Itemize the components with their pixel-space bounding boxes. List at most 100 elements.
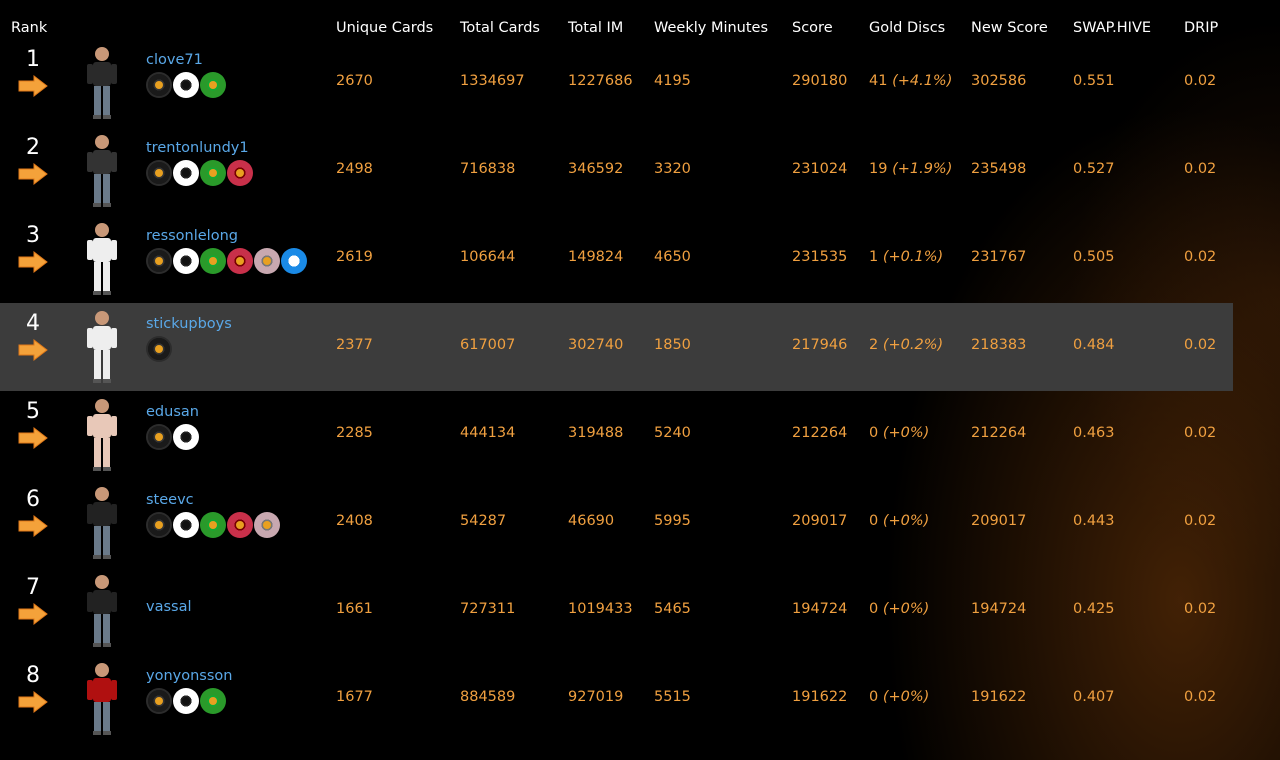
black-disc-icon bbox=[146, 336, 172, 362]
cell-gold-discs: 0 (+0%) bbox=[869, 513, 929, 529]
cell-gold-discs: 0 (+0%) bbox=[869, 601, 929, 617]
cell-total-im: 149824 bbox=[568, 249, 624, 265]
gold-discs-count: 1 bbox=[869, 249, 879, 265]
cell-weekly-minutes: 5515 bbox=[654, 689, 691, 705]
green-disc-icon bbox=[200, 72, 226, 98]
header-score[interactable]: Score bbox=[792, 20, 833, 38]
arrow-right-icon bbox=[18, 514, 48, 538]
header-new-score[interactable]: New Score bbox=[971, 20, 1048, 38]
gold-discs-percent: (+0%) bbox=[882, 689, 930, 705]
gold-discs-percent: (+0%) bbox=[882, 513, 930, 529]
header-rank[interactable]: Rank bbox=[11, 20, 47, 38]
cell-drip: 0.02 bbox=[1184, 689, 1217, 705]
white-disc-icon bbox=[173, 160, 199, 186]
cell-drip: 0.02 bbox=[1184, 249, 1217, 265]
black-disc-icon bbox=[146, 688, 172, 714]
rank-number: 6 bbox=[26, 487, 40, 512]
cell-weekly-minutes: 4195 bbox=[654, 73, 691, 89]
table-row[interactable]: 3 ressonlelong 2619 106644 149824 4650 231535 1… bbox=[0, 215, 1233, 303]
gold-discs-percent: (+0.1%) bbox=[882, 249, 944, 265]
header-drip[interactable]: DRIP bbox=[1184, 20, 1218, 38]
avatar[interactable] bbox=[76, 219, 128, 299]
username-link[interactable]: stickupboys bbox=[146, 316, 232, 332]
table-row[interactable]: 6 steevc 2408 54287 46690 5995 209017 0 (+0%) 20… bbox=[0, 479, 1233, 567]
username-link[interactable]: clove71 bbox=[146, 52, 203, 68]
cell-total-cards: 716838 bbox=[460, 161, 516, 177]
cell-gold-discs: 19 (+1.9%) bbox=[869, 161, 952, 177]
cell-new-score: 302586 bbox=[971, 73, 1027, 89]
header-gold-discs[interactable]: Gold Discs bbox=[869, 20, 945, 38]
cell-new-score: 209017 bbox=[971, 513, 1027, 529]
cell-unique-cards: 2285 bbox=[336, 425, 373, 441]
header-swap-hive[interactable]: SWAP.HIVE bbox=[1073, 20, 1151, 38]
cell-swap-hive: 0.484 bbox=[1073, 337, 1115, 353]
header-total-cards[interactable]: Total Cards bbox=[460, 20, 540, 38]
gold-discs-percent: (+4.1%) bbox=[892, 73, 953, 89]
cell-score: 217946 bbox=[792, 337, 848, 353]
cell-new-score: 235498 bbox=[971, 161, 1027, 177]
table-row[interactable]: 4 stickupboys 2377 617007 302740 1850 217946 2 … bbox=[0, 303, 1233, 391]
avatar[interactable] bbox=[76, 43, 128, 123]
username-link[interactable]: vassal bbox=[146, 599, 192, 615]
cell-gold-discs: 0 (+0%) bbox=[869, 425, 929, 441]
username-link[interactable]: trentonlundy1 bbox=[146, 140, 249, 156]
cell-total-cards: 54287 bbox=[460, 513, 507, 529]
username-link[interactable]: edusan bbox=[146, 404, 199, 420]
cell-unique-cards: 2408 bbox=[336, 513, 373, 529]
arrow-right-icon bbox=[18, 338, 48, 362]
white-disc-icon bbox=[173, 688, 199, 714]
cell-swap-hive: 0.505 bbox=[1073, 249, 1115, 265]
arrow-right-icon bbox=[18, 74, 48, 98]
green-disc-icon bbox=[200, 248, 226, 274]
arrow-right-icon bbox=[18, 162, 48, 186]
rank-number: 2 bbox=[26, 135, 40, 160]
gold-discs-count: 0 bbox=[869, 601, 879, 617]
white-disc-icon bbox=[173, 512, 199, 538]
gold-discs-percent: (+0%) bbox=[882, 425, 930, 441]
avatar[interactable] bbox=[76, 395, 128, 475]
white-disc-icon bbox=[173, 248, 199, 274]
rank-number: 5 bbox=[26, 399, 40, 424]
cell-unique-cards: 2670 bbox=[336, 73, 373, 89]
table-row[interactable]: 5 edusan 2285 444134 319488 5240 212264 0 (+0%)… bbox=[0, 391, 1233, 479]
red-disc-icon bbox=[227, 248, 253, 274]
header-total-im[interactable]: Total IM bbox=[568, 20, 623, 38]
cell-new-score: 218383 bbox=[971, 337, 1027, 353]
avatar[interactable] bbox=[76, 131, 128, 211]
gold-discs-count: 0 bbox=[869, 425, 879, 441]
avatar[interactable] bbox=[76, 659, 128, 739]
cell-swap-hive: 0.527 bbox=[1073, 161, 1115, 177]
table-row[interactable]: 7 vassal 1661 727311 1019433 5465 194724 0 (+0%… bbox=[0, 567, 1233, 655]
header-unique-cards[interactable]: Unique Cards bbox=[336, 20, 433, 38]
pink-disc-icon bbox=[254, 248, 280, 274]
black-disc-icon bbox=[146, 248, 172, 274]
username-link[interactable]: steevc bbox=[146, 492, 194, 508]
gold-discs-count: 0 bbox=[869, 689, 879, 705]
avatar[interactable] bbox=[76, 483, 128, 563]
cell-swap-hive: 0.407 bbox=[1073, 689, 1115, 705]
cell-total-im: 1019433 bbox=[568, 601, 633, 617]
cell-total-im: 346592 bbox=[568, 161, 624, 177]
cell-new-score: 231767 bbox=[971, 249, 1027, 265]
avatar[interactable] bbox=[76, 307, 128, 387]
avatar[interactable] bbox=[76, 571, 128, 651]
username-link[interactable]: ressonlelong bbox=[146, 228, 238, 244]
header-weekly-minutes[interactable]: Weekly Minutes bbox=[654, 20, 768, 38]
cell-weekly-minutes: 5240 bbox=[654, 425, 691, 441]
disc-badges bbox=[146, 336, 172, 362]
white-disc-icon bbox=[173, 72, 199, 98]
cell-swap-hive: 0.443 bbox=[1073, 513, 1115, 529]
table-row[interactable]: 1 clove71 2670 1334697 1227686 4195 290180 41 (… bbox=[0, 39, 1233, 127]
rank-number: 4 bbox=[26, 311, 40, 336]
cell-total-im: 302740 bbox=[568, 337, 624, 353]
cell-unique-cards: 1677 bbox=[336, 689, 373, 705]
cell-gold-discs: 1 (+0.1%) bbox=[869, 249, 943, 265]
cell-weekly-minutes: 5465 bbox=[654, 601, 691, 617]
cell-swap-hive: 0.463 bbox=[1073, 425, 1115, 441]
cell-total-im: 927019 bbox=[568, 689, 624, 705]
cell-unique-cards: 1661 bbox=[336, 601, 373, 617]
table-row[interactable]: 2 trentonlundy1 2498 716838 346592 3320 231024… bbox=[0, 127, 1233, 215]
username-link[interactable]: yonyonsson bbox=[146, 668, 232, 684]
table-row[interactable]: 8 yonyonsson 1677 884589 927019 5515 191622 0 (… bbox=[0, 655, 1233, 743]
cell-drip: 0.02 bbox=[1184, 161, 1217, 177]
